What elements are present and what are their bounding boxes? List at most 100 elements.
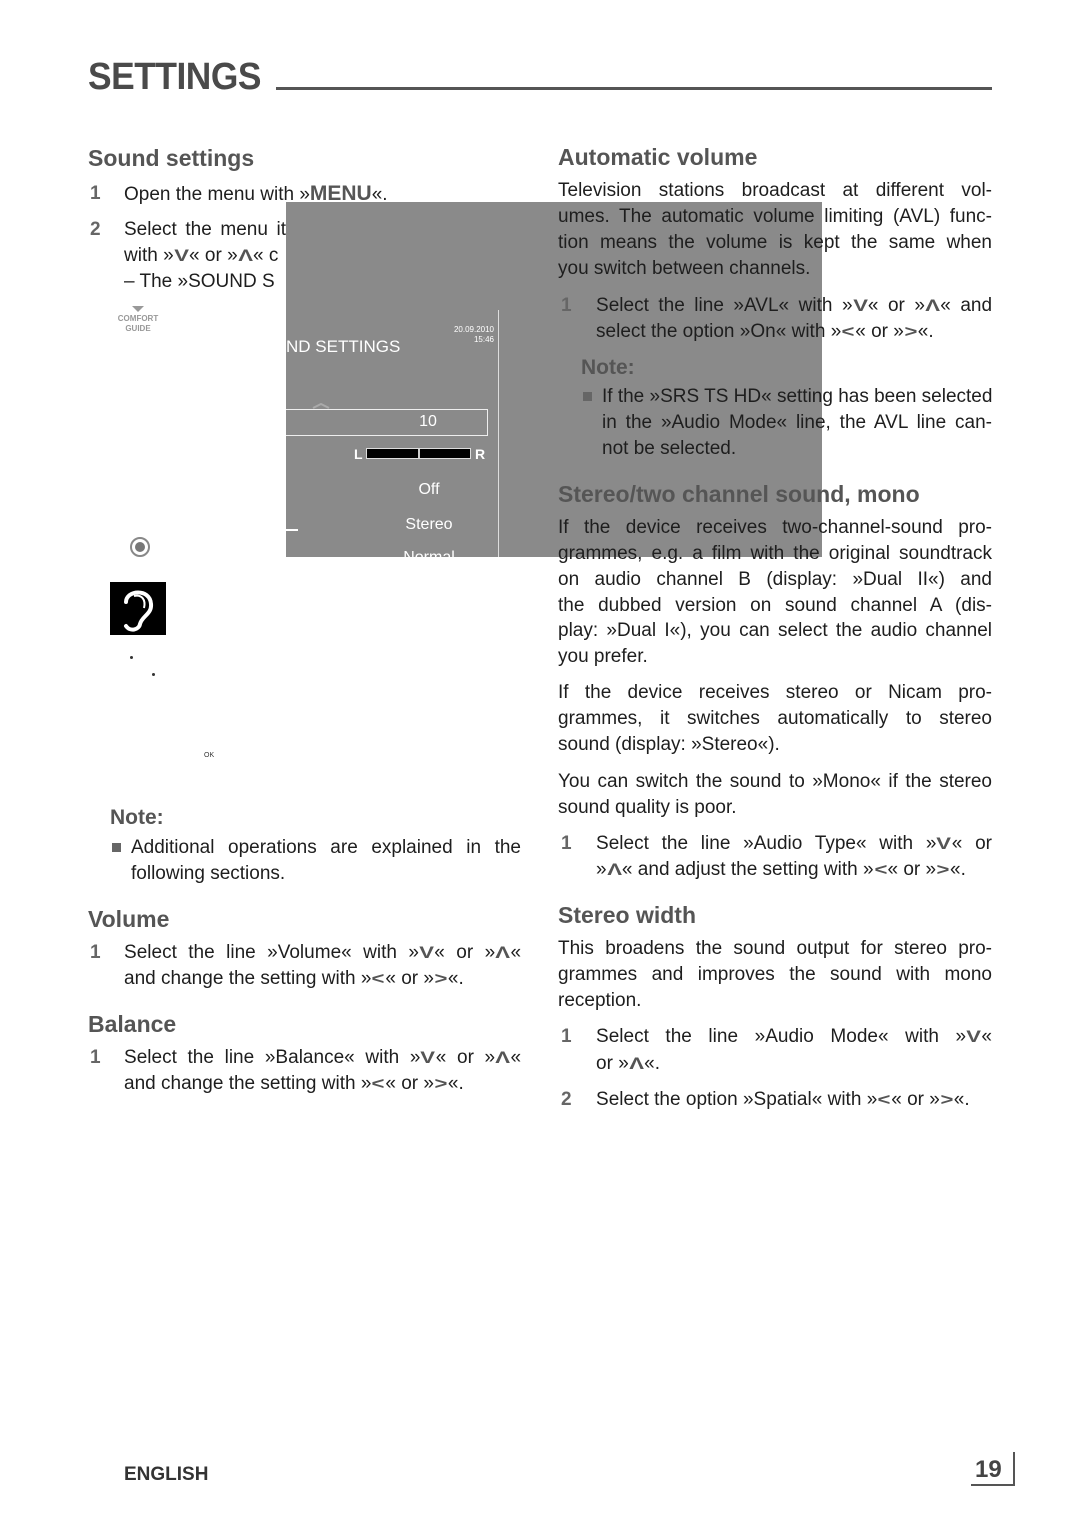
step-number: 2 — [90, 219, 101, 240]
step-text: Select the line »Volume« with »V« or »Λ« — [124, 940, 521, 966]
step-number: 1 — [561, 833, 572, 854]
section-heading-stereo-width: Stereo width — [558, 902, 697, 928]
comfort-label: COMFORT — [117, 314, 159, 323]
arrow-down-icon: V — [173, 246, 189, 265]
paragraph-line: You can switch the sound to »Mono« if th… — [558, 771, 992, 792]
circle-button-icon — [130, 537, 150, 557]
volume-value: 10 — [419, 413, 437, 430]
step-number: 1 — [561, 295, 572, 316]
section-heading-balance: Balance — [88, 1011, 177, 1037]
dot-marker — [130, 656, 133, 659]
arrow-up-icon: Λ — [925, 296, 940, 315]
paragraph-line: tion means the volume is kept the same w… — [558, 232, 992, 253]
bullet-icon — [583, 392, 592, 401]
paragraph-line: If the device receives two-channel-sound… — [558, 517, 992, 538]
paragraph-line: you switch between channels. — [558, 258, 811, 279]
circle-fill — [135, 542, 145, 552]
step-number: 1 — [90, 1047, 101, 1068]
note-text: not be selected. — [602, 438, 737, 459]
arrow-up-icon: Λ — [629, 1054, 644, 1073]
page-number: 19 — [975, 1456, 1002, 1483]
arrow-left-icon: < — [841, 322, 855, 341]
paragraph-line: reception. — [558, 990, 642, 1011]
arrow-left-icon: < — [874, 860, 887, 879]
step-result-text: – The »SOUND S — [124, 271, 275, 292]
triangle-down-icon — [132, 306, 144, 312]
note-text: If the »SRS TS HD« setting has been sele… — [602, 386, 992, 407]
step-text: and change the setting with »<« or »>«. — [124, 1071, 521, 1097]
arrow-right-icon: > — [936, 860, 950, 879]
arrow-down-icon: V — [936, 834, 952, 853]
arrow-down-icon: V — [852, 296, 868, 315]
paragraph-line: Television stations broadcast at differe… — [558, 180, 992, 201]
arrow-left-icon: < — [371, 1074, 385, 1093]
note-heading: Note: — [581, 356, 635, 379]
scroll-up-icon[interactable] — [312, 396, 330, 409]
menu-value-avl[interactable]: Off — [389, 481, 469, 499]
arrow-down-icon: V — [420, 1048, 436, 1067]
step-text: Open the menu with »MENU«. — [124, 182, 388, 205]
page-number-rule-vertical — [1013, 1452, 1015, 1486]
menu-datetime: 20.09.2010 15:46 — [430, 325, 494, 345]
step-text: Select the line »Audio Mode« with »V« — [596, 1024, 992, 1050]
paragraph-line: sound (display: »Stereo«). — [558, 734, 780, 755]
step-text: with »V« or »Λ« c — [124, 243, 286, 269]
balance-left-label: L — [354, 446, 363, 462]
arrow-right-icon: > — [904, 322, 918, 341]
paragraph-line: grammes and improves the sound with mono — [558, 964, 992, 985]
menu-row-marker — [286, 529, 298, 531]
arrow-left-icon: < — [371, 969, 385, 988]
section-heading-stereo: Stereo/two channel sound, mono — [558, 481, 920, 507]
paragraph-line: If the device receives stereo or Nicam p… — [558, 682, 992, 703]
volume-row-selected[interactable] — [286, 409, 488, 436]
menu-value-audio-mode[interactable]: Normal — [389, 549, 469, 557]
section-heading-volume: Volume — [88, 906, 170, 932]
ok-label: OK — [204, 752, 215, 759]
title-rule — [276, 87, 992, 90]
footer-language: ENGLISH — [124, 1464, 209, 1485]
comfort-guide-button-icon: COMFORT GUIDE — [116, 306, 160, 334]
arrow-up-icon: Λ — [495, 943, 511, 962]
menu-divider — [498, 310, 499, 557]
section-heading-automatic-volume: Automatic volume — [558, 144, 758, 170]
step-number: 1 — [90, 942, 101, 963]
balance-slider-handle[interactable] — [417, 449, 420, 458]
page-number-rule — [971, 1484, 1015, 1486]
note-text: in the »Audio Mode« line, the AVL line c… — [602, 412, 992, 433]
menu-value-text: Normal — [389, 549, 469, 557]
note-text: Additional operations are explained in t… — [131, 837, 521, 858]
step-number: 1 — [90, 183, 101, 204]
menu-time: 15:46 — [473, 335, 494, 344]
paragraph-line: grammes, it switches automatically to st… — [558, 708, 992, 729]
step-text: or »Λ«. — [596, 1051, 992, 1077]
balance-slider[interactable] — [366, 448, 471, 459]
arrow-up-icon: Λ — [495, 1048, 511, 1067]
step-text: and change the setting with »<« or »>«. — [124, 966, 521, 992]
step-text: Select the line »Balance« with »V« or »Λ… — [124, 1045, 521, 1071]
arrow-right-icon: > — [434, 969, 448, 988]
guide-label: GUIDE — [125, 324, 151, 333]
step-text: Select the line »AVL« with »V« or »Λ« an… — [596, 293, 992, 319]
ear-icon — [110, 582, 166, 635]
step-number: 2 — [561, 1089, 572, 1110]
paragraph-line: on audio channel B (display: »Dual II«) … — [558, 569, 992, 590]
dot-marker — [152, 673, 155, 676]
paragraph-line: play: »Dual I«), you can select the audi… — [558, 620, 992, 641]
arrow-down-icon: V — [966, 1027, 982, 1046]
bullet-icon — [112, 843, 121, 852]
arrow-down-icon: V — [419, 943, 434, 962]
arrow-up-icon: Λ — [606, 860, 622, 879]
section-heading-sound-settings: Sound settings — [88, 145, 255, 171]
menu-date: 20.09.2010 — [453, 325, 494, 334]
paragraph-line: umes. The automatic volume limiting (AVL… — [558, 206, 992, 227]
note-heading: Note: — [110, 806, 164, 829]
paragraph-line: This broadens the sound output for stere… — [558, 938, 992, 959]
step-text: select the option »On« with »<« or »>«. — [596, 319, 992, 345]
arrow-right-icon: > — [940, 1090, 954, 1109]
step-number: 1 — [561, 1026, 572, 1047]
arrow-left-icon: < — [877, 1090, 891, 1109]
step-text: Select the menu it — [124, 219, 286, 240]
paragraph-line: you prefer. — [558, 646, 648, 667]
paragraph-line: grammes, e.g. a film with the original s… — [558, 543, 992, 564]
menu-value-audio-type[interactable]: Stereo — [389, 516, 469, 534]
